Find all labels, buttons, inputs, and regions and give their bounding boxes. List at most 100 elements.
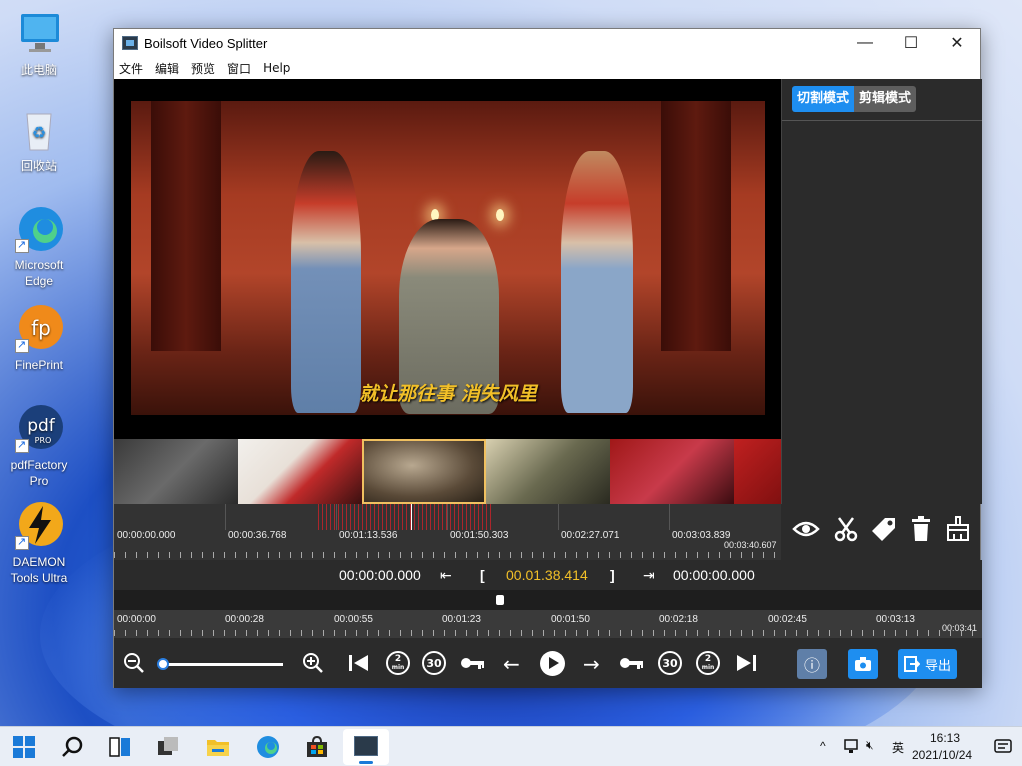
desktop-icon-edge[interactable]: Microsoft Edge	[4, 205, 74, 289]
rewind-2min-unit: min	[391, 663, 405, 671]
title-bar[interactable]: Boilsoft Video Splitter — ☐ ✕	[114, 29, 980, 57]
thumbnail[interactable]	[734, 439, 781, 504]
rewind-30s-button[interactable]: 30	[422, 651, 446, 675]
menu-edit[interactable]: 编辑	[155, 60, 179, 77]
ime-indicator[interactable]: 英	[892, 739, 904, 756]
rewind-2min-button[interactable]: 2 min	[386, 651, 410, 675]
forward-30s-label: 30	[662, 656, 678, 670]
shortcut-arrow-icon	[15, 237, 29, 253]
scissors-icon[interactable]	[834, 516, 858, 548]
set-start-icon[interactable]: ⇤	[440, 567, 452, 584]
tag-icon[interactable]	[871, 516, 897, 548]
preview-eye-icon[interactable]	[792, 519, 820, 545]
desktop-icon-recycle-bin[interactable]: ♻ 回收站	[4, 106, 74, 174]
network-icon[interactable]	[843, 738, 859, 757]
clock-time[interactable]: 16:13	[930, 731, 960, 745]
timeline-playhead[interactable]	[496, 595, 504, 605]
thumbnail[interactable]	[486, 439, 610, 504]
snapshot-button[interactable]	[848, 649, 878, 679]
timeline-tick-label: 00:01:23	[442, 614, 481, 625]
app-window: Boilsoft Video Splitter — ☐ ✕ 文件 编辑 预览 窗…	[113, 28, 982, 688]
desktop-icon-this-pc[interactable]: 此电脑	[4, 10, 74, 78]
zoom-slider-track[interactable]	[161, 663, 283, 666]
segment-playhead[interactable]	[411, 504, 412, 530]
file-explorer-icon[interactable]	[206, 735, 230, 759]
desktop-icon-label: 回收站	[20, 159, 57, 173]
forward-2min-button[interactable]: 2 min	[696, 651, 720, 675]
desktop-icon-label: pdfFactory Pro	[10, 458, 68, 488]
ruler-tick-label: 00:02:27.071	[561, 530, 620, 541]
svg-text:♻: ♻	[32, 125, 46, 142]
thumbnail-strip[interactable]	[114, 439, 781, 504]
zoom-in-icon[interactable]	[302, 652, 324, 679]
timeline-tick-label: 00:00:00	[117, 614, 156, 625]
skip-to-start-icon[interactable]	[348, 652, 370, 679]
player-controls: 2 min 30 ← → 30 2 min ⓘ 导出	[114, 638, 982, 688]
widgets-icon[interactable]	[156, 735, 180, 759]
menu-file[interactable]: 文件	[119, 60, 143, 77]
clock-date[interactable]: 2021/10/24	[912, 748, 972, 762]
thumbnail[interactable]	[610, 439, 734, 504]
current-time: 00.01.38.414	[506, 567, 588, 583]
thumbnail[interactable]	[238, 439, 362, 504]
start-icon[interactable]	[12, 735, 36, 759]
thumbnail[interactable]	[114, 439, 238, 504]
bracket-right[interactable]: ]	[610, 567, 615, 583]
ruler-divider	[225, 504, 226, 530]
ruler-tick-label: 00:01:50.303	[450, 530, 509, 541]
menu-help[interactable]: Help	[263, 61, 290, 75]
arrow-left-icon[interactable]: ←	[503, 652, 520, 676]
clear-brush-icon[interactable]	[945, 516, 971, 548]
menu-window[interactable]: 窗口	[227, 60, 251, 77]
segment-ruler[interactable]: 00:00:00.000 00:00:36.768 00:01:13.536 0…	[114, 504, 781, 560]
active-app-highlight[interactable]	[343, 729, 389, 765]
zoom-slider-knob[interactable]	[157, 658, 170, 670]
maximize-icon: ☐	[903, 35, 919, 52]
tray-chevron-icon[interactable]: ^	[820, 739, 826, 753]
thumbnail-selected[interactable]	[362, 439, 486, 504]
tab-split-mode[interactable]: 切割模式	[792, 86, 855, 112]
search-icon[interactable]	[60, 735, 84, 759]
curtain-right	[661, 101, 731, 351]
arrow-right-icon[interactable]: →	[583, 652, 600, 676]
video-preview-area[interactable]: 就让那往事 消失风里	[114, 79, 781, 439]
forward-30s-button[interactable]: 30	[658, 651, 682, 675]
key-forward-icon[interactable]	[619, 652, 645, 679]
wall-lamp	[496, 209, 504, 221]
pdf-badge: PRO	[35, 436, 52, 445]
edge-icon	[15, 205, 63, 253]
rewind-30s-label: 30	[426, 656, 442, 670]
skip-to-end-icon[interactable]	[735, 652, 757, 679]
trash-icon[interactable]	[911, 516, 931, 548]
main-timeline[interactable]: 00:00:00 00:00:28 00:00:55 00:01:23 00:0…	[114, 590, 982, 638]
desktop-icon-pdffactory[interactable]: pdfPRO pdfFactory Pro	[4, 405, 74, 489]
desktop-icon-label: FinePrint	[14, 358, 64, 372]
close-button[interactable]: ✕	[934, 29, 980, 57]
play-button[interactable]	[540, 651, 565, 676]
tab-edit-mode[interactable]: 剪辑模式	[854, 86, 917, 112]
menu-preview[interactable]: 预览	[191, 60, 215, 77]
set-end-icon[interactable]: ⇥	[643, 567, 655, 584]
bracket-left[interactable]: [	[480, 567, 485, 583]
timeline-track[interactable]	[114, 590, 982, 610]
timeline-tick-label: 00:03:13	[876, 614, 915, 625]
side-panel: 切割模式 剪辑模式	[781, 79, 982, 504]
recycle-bin-icon: ♻	[15, 106, 63, 154]
export-label: 导出	[924, 658, 951, 674]
task-view-icon[interactable]	[108, 735, 132, 759]
maximize-button[interactable]: ☐	[888, 29, 934, 57]
desktop-icon-daemon-tools[interactable]: DAEMON Tools Ultra	[4, 502, 74, 586]
volume-muted-icon[interactable]: 🔇︎	[866, 738, 874, 753]
ruler-end-label: 00:03:40.607	[724, 540, 777, 550]
notification-icon[interactable]	[994, 738, 1012, 759]
edge-taskbar-icon[interactable]	[256, 735, 280, 759]
desktop-icon-fineprint[interactable]: fp FinePrint	[4, 305, 74, 373]
dancer-left	[291, 151, 361, 413]
zoom-out-icon[interactable]	[123, 652, 145, 679]
key-back-icon[interactable]	[460, 652, 486, 679]
info-button[interactable]: ⓘ	[797, 649, 827, 679]
export-button[interactable]: 导出	[898, 649, 957, 679]
minimize-button[interactable]: —	[842, 29, 888, 57]
video-frame: 就让那往事 消失风里	[131, 101, 765, 415]
store-icon[interactable]	[305, 735, 329, 759]
